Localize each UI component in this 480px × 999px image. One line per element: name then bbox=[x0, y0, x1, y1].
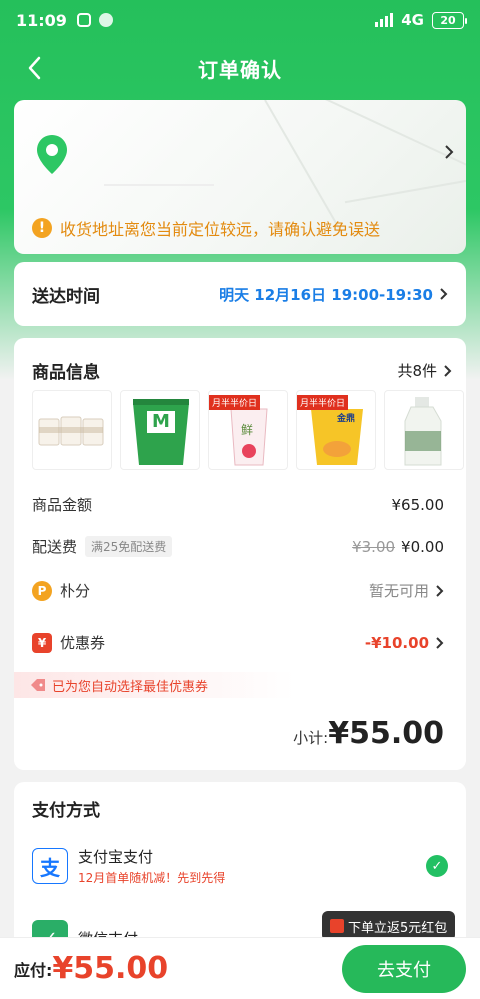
status-bar: 11:09 4G 20 bbox=[0, 0, 480, 40]
battery-icon: 20 bbox=[432, 11, 467, 29]
app-notification-icon bbox=[76, 13, 91, 27]
goods-count-text: 共8件 bbox=[397, 362, 437, 380]
subtotal-amount: ¥55.00 bbox=[328, 716, 444, 751]
promo-tag: 月半半价日 bbox=[297, 395, 349, 410]
red-packet-icon bbox=[330, 919, 344, 933]
delivery-fee-label: 配送费 bbox=[32, 538, 78, 556]
delivery-fee-row: 配送费 满25免配送费 ¥3.00 ¥0.00 bbox=[32, 536, 444, 557]
product-label: 鲜 bbox=[241, 423, 254, 437]
delivery-fee-values: ¥3.00 ¥0.00 bbox=[352, 538, 444, 556]
goods-amount-value: ¥65.00 bbox=[391, 495, 445, 514]
product-thumbnail[interactable] bbox=[384, 390, 464, 470]
goods-amount-label: 商品金额 bbox=[32, 496, 93, 514]
address-text-placeholder bbox=[104, 184, 214, 186]
goods-amount-row: 商品金额 ¥65.00 bbox=[32, 494, 444, 515]
alipay-promo: 12月首单随机减！先到先得 bbox=[78, 871, 226, 885]
chevron-right-icon bbox=[445, 145, 454, 159]
pay-button[interactable]: 去支付 bbox=[342, 944, 466, 993]
subtotal: 小计: ¥55.00 bbox=[293, 716, 444, 751]
total-amount: ¥55.00 bbox=[52, 951, 169, 986]
coupon-row[interactable]: ¥ 优惠券 -¥10.00 bbox=[32, 632, 444, 653]
auto-coupon-text: 已为您自动选择最佳优惠券 bbox=[52, 679, 209, 695]
delivery-time-card[interactable]: 送达时间 明天 12月16日 19:00-19:30 bbox=[14, 262, 466, 326]
milk-bottle-image bbox=[404, 397, 442, 466]
location-pin-icon bbox=[37, 135, 67, 174]
product-brand-letter: M bbox=[152, 411, 170, 432]
coupon-value: -¥10.00 bbox=[365, 634, 444, 652]
subtotal-label: 小计: bbox=[293, 729, 329, 747]
alipay-name: 支付宝支付 bbox=[78, 848, 154, 866]
coupon-icon: ¥ bbox=[32, 632, 52, 653]
product-thumbnail[interactable]: M bbox=[120, 390, 200, 470]
goods-count: 共8件 bbox=[397, 360, 452, 381]
goods-title: 商品信息 bbox=[32, 363, 100, 383]
signal-icon bbox=[375, 13, 394, 27]
alipay-option[interactable]: 支 支付宝支付 12月首单随机减！先到先得 ✓ bbox=[32, 846, 448, 886]
points-value: 暂无可用 bbox=[369, 580, 444, 601]
nav-bar: 订单确认 bbox=[0, 44, 480, 92]
free-delivery-tag: 满25免配送费 bbox=[85, 536, 173, 557]
status-notification-icons bbox=[76, 13, 113, 27]
page-title: 订单确认 bbox=[198, 57, 282, 82]
warning-icon: ! bbox=[32, 218, 52, 238]
goods-info-card: 商品信息 共8件 M 月半半价日 鲜 月半半价日 金鼎 商品金额 ¥65.00 … bbox=[14, 338, 466, 770]
promo-tag: 月半半价日 bbox=[209, 395, 261, 410]
goods-thumbnails[interactable]: M 月半半价日 鲜 月半半价日 金鼎 bbox=[32, 390, 466, 470]
selected-check-icon: ✓ bbox=[426, 855, 448, 877]
cashback-tooltip-text: 下单立返5元红包 bbox=[348, 920, 448, 936]
coupon-value-text: -¥10.00 bbox=[364, 633, 429, 652]
product-thumbnail[interactable]: 月半半价日 金鼎 bbox=[296, 390, 376, 470]
product-label: 金鼎 bbox=[337, 414, 356, 424]
checkout-footer: 应付: ¥55.00 去支付 bbox=[0, 937, 480, 999]
chevron-right-icon bbox=[440, 288, 448, 300]
address-warning-text: 收货地址离您当前定位较远，请确认避免误送 bbox=[60, 220, 381, 239]
total-label: 应付: bbox=[14, 960, 53, 980]
chevron-right-icon bbox=[436, 584, 444, 597]
yogurt-cups-image bbox=[38, 416, 104, 446]
delivery-time-value: 明天 12月16日 19:00-19:30 bbox=[219, 284, 448, 305]
points-icon: P bbox=[32, 580, 52, 601]
status-time: 11:09 bbox=[16, 10, 67, 30]
points-label: 朴分 bbox=[60, 582, 91, 600]
map-background bbox=[264, 100, 343, 234]
points-row[interactable]: P 朴分 暂无可用 bbox=[32, 580, 444, 601]
back-button[interactable] bbox=[20, 54, 48, 82]
chevron-right-icon bbox=[444, 364, 452, 377]
alipay-text: 支付宝支付 12月首单随机减！先到先得 bbox=[78, 846, 225, 886]
address-warning: ! 收货地址离您当前定位较远，请确认避免误送 bbox=[32, 216, 448, 240]
product-thumbnail[interactable] bbox=[32, 390, 112, 470]
status-indicators: 4G 20 bbox=[375, 11, 467, 29]
payment-title: 支付方式 bbox=[32, 801, 100, 821]
delivery-time-label: 送达时间 bbox=[32, 286, 100, 307]
product-thumbnail[interactable]: 月半半价日 鲜 bbox=[208, 390, 288, 470]
coupon-label: 优惠券 bbox=[60, 634, 106, 652]
delivery-fee-original: ¥3.00 bbox=[352, 537, 396, 556]
coupon-tag-icon bbox=[31, 679, 45, 691]
alipay-icon: 支 bbox=[32, 848, 68, 884]
auto-coupon-notice: 已为您自动选择最佳优惠券 bbox=[14, 672, 294, 698]
chevron-right-icon bbox=[436, 636, 444, 649]
network-type: 4G bbox=[401, 11, 424, 29]
points-value-text: 暂无可用 bbox=[368, 582, 429, 600]
delivery-time-text: 明天 12月16日 19:00-19:30 bbox=[219, 285, 433, 304]
address-card[interactable]: ! 收货地址离您当前定位较远，请确认避免误送 bbox=[14, 100, 466, 254]
goods-header[interactable]: 商品信息 共8件 bbox=[32, 358, 452, 383]
map-background bbox=[344, 178, 466, 204]
battery-level: 20 bbox=[440, 13, 456, 27]
delivery-fee-value: ¥0.00 bbox=[401, 537, 444, 556]
chevron-left-icon bbox=[28, 56, 41, 80]
app-notification-icon bbox=[98, 13, 113, 27]
